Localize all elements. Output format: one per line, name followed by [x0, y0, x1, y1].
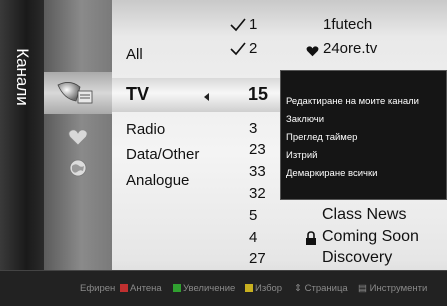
hint-page-label: Страница — [304, 283, 348, 294]
channel-number[interactable]: 27 — [249, 250, 266, 267]
channel-number-selected[interactable]: 15 — [248, 84, 268, 105]
channel-number[interactable]: 1 — [249, 16, 257, 33]
screen-title: Канали — [13, 48, 32, 106]
channel-name[interactable]: Coming Soon — [322, 228, 419, 246]
category-tv[interactable]: TV — [126, 84, 149, 105]
heart-icon — [306, 44, 319, 57]
channel-number[interactable]: 4 — [249, 229, 257, 246]
lock-icon — [305, 231, 317, 246]
key-c-icon — [245, 284, 253, 292]
hint-antenna-label: Антена — [130, 283, 162, 294]
menu-item-deselect-all[interactable]: Демаркиране всички — [286, 168, 377, 179]
checkmark-icon — [230, 42, 246, 56]
up-down-arrows-icon: ⇕ — [294, 283, 302, 294]
title-strip: Канали — [0, 0, 44, 270]
heart-icon[interactable] — [68, 128, 88, 146]
channel-number[interactable]: 2 — [249, 40, 257, 57]
hint-efiren: Ефирен — [80, 283, 116, 294]
channel-number[interactable]: 33 — [249, 163, 266, 180]
globe-icon[interactable] — [69, 159, 87, 177]
menu-item-delete[interactable]: Изтрий — [286, 150, 317, 161]
hint-tools-label: Инструменти — [369, 283, 428, 294]
checkmark-icon — [230, 18, 246, 32]
category-data-other[interactable]: Data/Other — [126, 146, 199, 163]
menu-item-lock[interactable]: Заключи — [286, 114, 324, 125]
category-icon-column — [44, 0, 112, 270]
channel-list-screen: Канали All TV Radio Data/Other Analogue … — [0, 0, 447, 306]
context-menu-list: Редактиране на моите канали Заключи Прег… — [281, 90, 446, 182]
tools-context-menu: Редактиране на моите канали Заключи Прег… — [280, 70, 447, 200]
tv-icon[interactable] — [56, 79, 96, 107]
channel-name[interactable]: Discovery — [322, 249, 392, 267]
hint-zoom[interactable]: Увеличение — [173, 283, 235, 294]
menu-item-timer-view[interactable]: Преглед таймер — [286, 132, 357, 143]
category-analogue[interactable]: Analogue — [126, 172, 189, 189]
key-b-icon — [173, 284, 181, 292]
channel-name[interactable]: Class News — [322, 206, 406, 224]
channel-name[interactable]: 24ore.tv — [323, 40, 377, 57]
hint-antenna[interactable]: Антена — [120, 283, 162, 294]
channel-number[interactable]: 23 — [249, 141, 266, 158]
channel-number[interactable]: 32 — [249, 185, 266, 202]
hint-select-label: Избор — [255, 283, 283, 294]
hint-tools[interactable]: ▤ Инструменти — [358, 283, 427, 294]
channel-number[interactable]: 3 — [249, 120, 257, 137]
tools-icon: ▤ — [358, 283, 367, 294]
hint-page[interactable]: ⇕ Страница — [294, 283, 348, 294]
channel-number[interactable]: 5 — [249, 207, 257, 224]
hint-zoom-label: Увеличение — [183, 283, 236, 294]
key-a-icon — [120, 284, 128, 292]
menu-item-edit-my-channels[interactable]: Редактиране на моите канали — [286, 96, 419, 107]
category-radio[interactable]: Radio — [126, 121, 165, 138]
chevron-left-icon — [204, 88, 210, 101]
hint-select[interactable]: Избор — [245, 283, 282, 294]
channel-name[interactable]: 1futech — [323, 16, 372, 33]
category-all[interactable]: All — [126, 46, 143, 63]
